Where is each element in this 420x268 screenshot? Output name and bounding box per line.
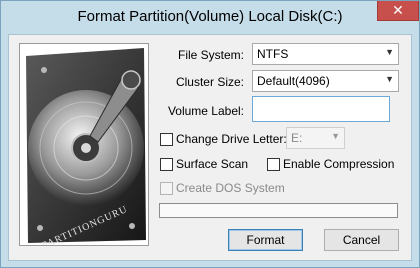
format-progress-bar (159, 203, 398, 218)
chevron-down-icon: ▼ (385, 47, 394, 57)
format-dialog: Format Partition(Volume) Local Disk(C:) … (0, 0, 420, 268)
create-dos-system-checkbox[interactable]: Create DOS System (160, 181, 285, 195)
chevron-down-icon: ▼ (385, 74, 394, 84)
title-bar[interactable]: Format Partition(Volume) Local Disk(C:) … (1, 1, 419, 35)
volume-label-input[interactable] (252, 96, 390, 122)
volume-label-label: Volume Label: (167, 104, 244, 118)
checkbox-box[interactable] (160, 157, 173, 171)
dialog-body: PARTITIONGURU File System: NTFS ▼ Cluste… (8, 34, 412, 261)
file-system-label: File System: (177, 48, 244, 62)
close-button[interactable]: ✕ (377, 1, 419, 21)
checkbox-box[interactable] (160, 132, 173, 146)
format-button[interactable]: Format (228, 229, 303, 251)
checkbox-box[interactable] (267, 157, 280, 171)
hard-drive-icon: PARTITIONGURU (20, 44, 148, 245)
enable-compression-label: Enable Compression (283, 157, 395, 171)
file-system-value: NTFS (257, 47, 289, 61)
change-drive-letter-label: Change Drive Letter: (176, 132, 287, 146)
file-system-select[interactable]: NTFS ▼ (252, 43, 399, 65)
drive-letter-select[interactable]: E: ▼ (286, 127, 345, 149)
window-title: Format Partition(Volume) Local Disk(C:) (77, 8, 343, 25)
close-icon: ✕ (392, 2, 404, 18)
enable-compression-checkbox[interactable]: Enable Compression (267, 157, 394, 171)
surface-scan-label: Surface Scan (176, 157, 249, 171)
cancel-button[interactable]: Cancel (324, 229, 399, 251)
drive-letter-value: E: (291, 131, 303, 145)
change-drive-letter-checkbox[interactable]: Change Drive Letter: (160, 132, 287, 146)
cluster-size-label: Cluster Size: (175, 75, 244, 89)
chevron-down-icon: ▼ (331, 131, 340, 141)
hard-drive-image: PARTITIONGURU (19, 43, 149, 246)
create-dos-system-label: Create DOS System (176, 181, 285, 195)
checkbox-box[interactable] (160, 181, 173, 195)
surface-scan-checkbox[interactable]: Surface Scan (160, 157, 248, 171)
cluster-size-value: Default(4096) (257, 74, 330, 88)
cluster-size-select[interactable]: Default(4096) ▼ (252, 70, 399, 92)
